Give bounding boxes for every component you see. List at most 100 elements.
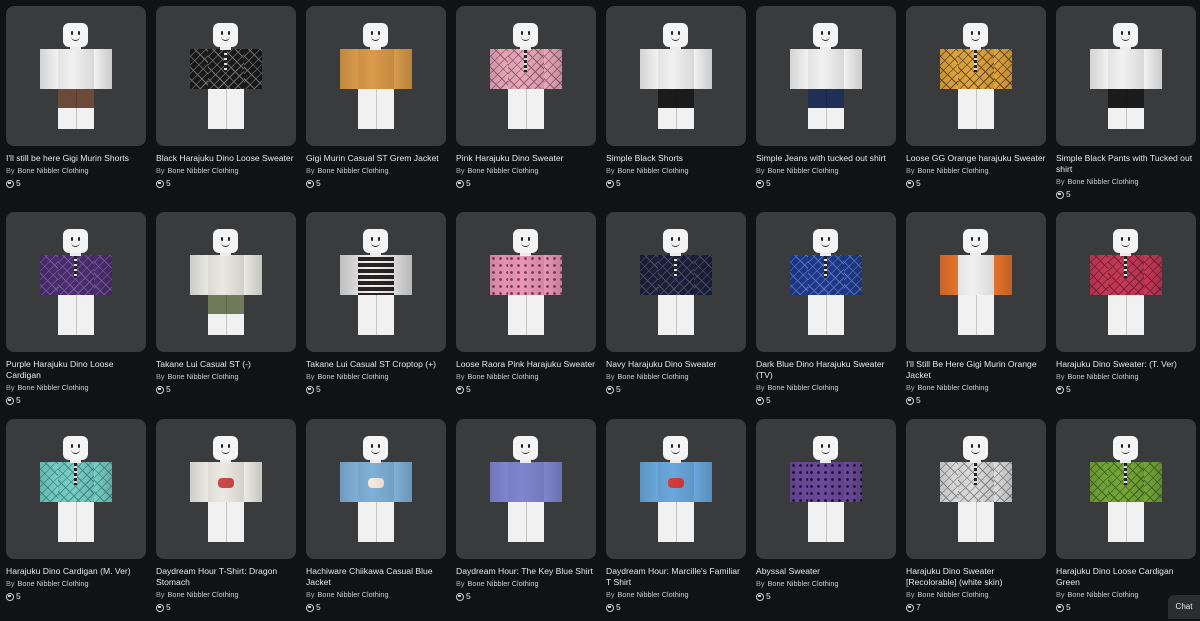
creator-name-link[interactable]: Bone Nibbler Clothing: [18, 383, 89, 392]
item-thumbnail[interactable]: [756, 419, 896, 559]
item-thumbnail[interactable]: [6, 419, 146, 559]
item-thumbnail[interactable]: [456, 419, 596, 559]
price-value: 7: [916, 602, 921, 612]
item-name[interactable]: Loose Raora Pink Harajuku Sweater: [456, 359, 596, 370]
item-thumbnail[interactable]: [606, 6, 746, 146]
creator-name-link[interactable]: Bone Nibbler Clothing: [768, 166, 839, 175]
creator-name-link[interactable]: Bone Nibbler Clothing: [618, 372, 689, 381]
creator-name-link[interactable]: Bone Nibbler Clothing: [168, 372, 239, 381]
creator-name-link[interactable]: Bone Nibbler Clothing: [18, 166, 89, 175]
catalog-item-card[interactable]: Loose Raora Pink Harajuku Sweater By Bone …: [456, 212, 596, 413]
catalog-item-card[interactable]: Daydream Hour: Marcille's Familiar T Shi…: [606, 419, 746, 621]
catalog-item-card[interactable]: Simple Black Pants with Tucked out shirt…: [1056, 6, 1196, 206]
catalog-item-card[interactable]: Hachiware Chiikawa Casual Blue Jacket By B…: [306, 419, 446, 621]
creator-name-link[interactable]: Bone Nibbler Clothing: [918, 590, 989, 599]
item-name[interactable]: Simple Black Pants with Tucked out shirt: [1056, 153, 1196, 175]
item-price: 5: [906, 395, 1046, 406]
item-name[interactable]: I'll still be here Gigi Murin Shorts: [6, 153, 146, 164]
catalog-item-card[interactable]: Daydream Hour: The Key Blue Shirt By Bone …: [456, 419, 596, 621]
catalog-item-card[interactable]: Simple Jeans with tucked out shirt By Bone…: [756, 6, 896, 206]
item-name[interactable]: Takane Lui Casual ST (-): [156, 359, 296, 370]
item-name[interactable]: Daydream Hour T-Shirt: Dragon Stomach: [156, 566, 296, 588]
catalog-item-card[interactable]: Pink Harajuku Dino Sweater By Bone Nibbler…: [456, 6, 596, 206]
catalog-item-card[interactable]: Simple Black Shorts By Bone Nibbler Clothi…: [606, 6, 746, 206]
item-name[interactable]: Daydream Hour: The Key Blue Shirt: [456, 566, 596, 577]
catalog-item-card[interactable]: I'll still be here Gigi Murin Shorts By Bo…: [6, 6, 146, 206]
item-thumbnail[interactable]: [906, 419, 1046, 559]
item-thumbnail[interactable]: [1056, 419, 1196, 559]
catalog-item-card[interactable]: Takane Lui Casual ST Croptop (+) By Bone N…: [306, 212, 446, 413]
creator-name-link[interactable]: Bone Nibbler Clothing: [1068, 177, 1139, 186]
creator-name-link[interactable]: Bone Nibbler Clothing: [318, 166, 389, 175]
creator-name-link[interactable]: Bone Nibbler Clothing: [768, 383, 839, 392]
item-thumbnail[interactable]: [606, 419, 746, 559]
creator-name-link[interactable]: Bone Nibbler Clothing: [618, 166, 689, 175]
item-thumbnail[interactable]: [306, 212, 446, 352]
creator-name-link[interactable]: Bone Nibbler Clothing: [618, 590, 689, 599]
item-thumbnail[interactable]: [156, 419, 296, 559]
item-name[interactable]: Harajuku Dino Sweater: (T. Ver): [1056, 359, 1196, 370]
item-name[interactable]: Takane Lui Casual ST Croptop (+): [306, 359, 446, 370]
catalog-item-card[interactable]: Daydream Hour T-Shirt: Dragon Stomach By B…: [156, 419, 296, 621]
item-name[interactable]: Simple Black Shorts: [606, 153, 746, 164]
item-thumbnail[interactable]: [156, 6, 296, 146]
item-thumbnail[interactable]: [756, 212, 896, 352]
item-name[interactable]: Harajuku Dino Cardigan (M. Ver): [6, 566, 146, 577]
item-thumbnail[interactable]: [1056, 6, 1196, 146]
item-name[interactable]: Pink Harajuku Dino Sweater: [456, 153, 596, 164]
item-thumbnail[interactable]: [6, 212, 146, 352]
item-name[interactable]: Abyssal Sweater: [756, 566, 896, 577]
creator-name-link[interactable]: Bone Nibbler Clothing: [318, 590, 389, 599]
item-thumbnail[interactable]: [906, 212, 1046, 352]
catalog-item-card[interactable]: Harajuku Dino Sweater [Recolorable] (whi…: [906, 419, 1046, 621]
item-name[interactable]: Navy Harajuku Dino Sweater: [606, 359, 746, 370]
creator-name-link[interactable]: Bone Nibbler Clothing: [918, 166, 989, 175]
creator-name-link[interactable]: Bone Nibbler Clothing: [468, 166, 539, 175]
item-thumbnail[interactable]: [906, 6, 1046, 146]
item-name[interactable]: Dark Blue Dino Harajuku Sweater (TV): [756, 359, 896, 381]
item-thumbnail[interactable]: [456, 212, 596, 352]
item-name[interactable]: Harajuku Dino Sweater [Recolorable] (whi…: [906, 566, 1046, 588]
chat-button[interactable]: Chat: [1168, 595, 1200, 619]
item-thumbnail[interactable]: [156, 212, 296, 352]
catalog-item-card[interactable]: Black Harajuku Dino Loose Sweater By Bone …: [156, 6, 296, 206]
catalog-item-card[interactable]: Dark Blue Dino Harajuku Sweater (TV) By Bo…: [756, 212, 896, 413]
item-thumbnail[interactable]: [306, 419, 446, 559]
catalog-item-card[interactable]: Gigi Murin Casual ST Grem Jacket By Bone N…: [306, 6, 446, 206]
catalog-item-card[interactable]: Purple Harajuku Dino Loose Cardigan By Bon…: [6, 212, 146, 413]
item-name[interactable]: Hachiware Chiikawa Casual Blue Jacket: [306, 566, 446, 588]
item-name[interactable]: Gigi Murin Casual ST Grem Jacket: [306, 153, 446, 164]
item-thumbnail[interactable]: [6, 6, 146, 146]
creator-name-link[interactable]: Bone Nibbler Clothing: [918, 383, 989, 392]
item-name[interactable]: Daydream Hour: Marcille's Familiar T Shi…: [606, 566, 746, 588]
creator-name-link[interactable]: Bone Nibbler Clothing: [1068, 590, 1139, 599]
item-name[interactable]: Harajuku Dino Loose Cardigan Green: [1056, 566, 1196, 588]
creator-name-link[interactable]: Bone Nibbler Clothing: [468, 579, 539, 588]
item-name[interactable]: Simple Jeans with tucked out shirt: [756, 153, 896, 164]
item-thumbnail[interactable]: [456, 6, 596, 146]
creator-name-link[interactable]: Bone Nibbler Clothing: [468, 372, 539, 381]
robux-icon: [156, 603, 164, 612]
catalog-item-card[interactable]: Loose GG Orange harajuku Sweater By Bone N…: [906, 6, 1046, 206]
item-name[interactable]: Black Harajuku Dino Loose Sweater: [156, 153, 296, 164]
creator-name-link[interactable]: Bone Nibbler Clothing: [768, 579, 839, 588]
catalog-item-card[interactable]: Harajuku Dino Loose Cardigan Green By Bone…: [1056, 419, 1196, 621]
creator-name-link[interactable]: Bone Nibbler Clothing: [318, 372, 389, 381]
item-thumbnail[interactable]: [756, 6, 896, 146]
catalog-item-card[interactable]: Navy Harajuku Dino Sweater By Bone Nibbler…: [606, 212, 746, 413]
item-name[interactable]: Purple Harajuku Dino Loose Cardigan: [6, 359, 146, 381]
catalog-item-card[interactable]: Harajuku Dino Sweater: (T. Ver) By Bone Ni…: [1056, 212, 1196, 413]
item-thumbnail[interactable]: [606, 212, 746, 352]
catalog-item-card[interactable]: Abyssal Sweater By Bone Nibbler Clothing 5: [756, 419, 896, 621]
creator-name-link[interactable]: Bone Nibbler Clothing: [168, 590, 239, 599]
item-thumbnail[interactable]: [306, 6, 446, 146]
catalog-item-card[interactable]: Harajuku Dino Cardigan (M. Ver) By Bone Ni…: [6, 419, 146, 621]
creator-name-link[interactable]: Bone Nibbler Clothing: [18, 579, 89, 588]
item-thumbnail[interactable]: [1056, 212, 1196, 352]
creator-name-link[interactable]: Bone Nibbler Clothing: [1068, 372, 1139, 381]
item-name[interactable]: I'll Still Be Here Gigi Murin Orange Jac…: [906, 359, 1046, 381]
creator-name-link[interactable]: Bone Nibbler Clothing: [168, 166, 239, 175]
catalog-item-card[interactable]: Takane Lui Casual ST (-) By Bone Nibbler C…: [156, 212, 296, 413]
item-name[interactable]: Loose GG Orange harajuku Sweater: [906, 153, 1046, 164]
catalog-item-card[interactable]: I'll Still Be Here Gigi Murin Orange Jac…: [906, 212, 1046, 413]
